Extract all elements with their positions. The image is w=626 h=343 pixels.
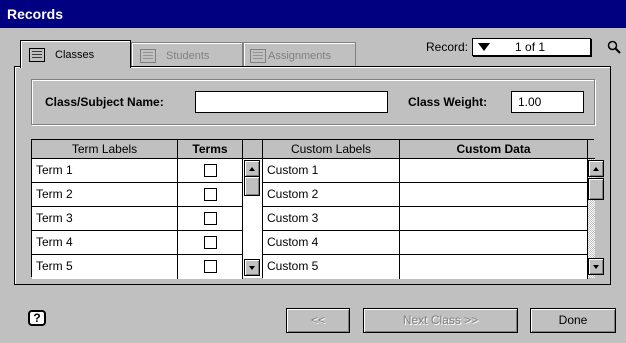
term-checkbox[interactable] [204,236,217,249]
custom-labels-header: Custom Labels [263,140,400,159]
term-checkbox[interactable] [204,188,217,201]
search-icon[interactable] [607,40,621,54]
term-check-cell [178,231,243,255]
terms-scrollbar[interactable] [243,159,263,278]
assignments-icon [250,48,266,63]
done-button[interactable]: Done [530,308,616,333]
term-label-cell[interactable]: Term 3 [32,207,178,231]
term-check-cell [178,183,243,207]
scroll-up-arrow-icon [593,167,599,171]
custom-scroll-thumb[interactable] [588,178,604,200]
terms-header: Terms [178,140,243,159]
window-title: Records [0,0,626,28]
terms-scroll-thumb[interactable] [244,176,260,196]
scroll-down-arrow-icon [593,265,599,269]
tab-classes[interactable]: Classes [20,40,131,68]
record-label: Record: [426,40,469,54]
classes-panel: Class/Subject Name: Class Weight: 1.00 T… [14,66,611,285]
record-value: 1 of 1 [515,40,546,54]
tab-students-label: Students [166,49,210,62]
term-checkbox[interactable] [204,164,217,177]
term-label-cell[interactable]: Term 1 [32,159,178,183]
students-icon [140,48,156,63]
class-weight-field[interactable]: 1.00 [511,91,584,113]
term-label-cell[interactable]: Term 4 [32,231,178,255]
custom-data-cell[interactable] [400,159,588,183]
class-name-field[interactable] [195,91,388,113]
term-check-cell [178,207,243,231]
class-weight-label: Class Weight: [408,95,488,109]
record-dropdown[interactable]: 1 of 1 [472,38,592,56]
custom-data-cell[interactable] [400,207,588,231]
term-check-cell [178,255,243,279]
record-navigator: Record: 1 of 1 [426,38,592,56]
term-checkbox[interactable] [204,260,217,273]
tab-assignments[interactable]: Assignments [243,42,356,68]
tab-assignments-label: Assignments [268,49,331,62]
custom-scroll-header [588,140,595,159]
tab-students[interactable]: Students [131,42,243,68]
term-checkbox[interactable] [204,212,217,225]
terms-scroll-down[interactable] [244,259,260,276]
tab-classes-label: Classes [55,48,95,61]
term-labels-header: Term Labels [32,140,178,159]
custom-label-cell[interactable]: Custom 1 [263,159,400,183]
terms-scroll-header [243,140,263,159]
terms-scroll-up[interactable] [244,160,260,177]
custom-label-cell[interactable]: Custom 4 [263,231,400,255]
term-label-cell[interactable]: Term 2 [32,183,178,207]
help-icon[interactable]: ? [28,310,46,326]
scroll-down-arrow-icon [249,266,255,270]
custom-label-cell[interactable]: Custom 3 [263,207,400,231]
custom-scroll-down[interactable] [588,258,604,275]
custom-label-cell[interactable]: Custom 5 [263,255,400,279]
scroll-up-arrow-icon [249,167,255,171]
custom-label-cell[interactable]: Custom 2 [263,183,400,207]
custom-data-cell[interactable] [400,183,588,207]
term-label-cell[interactable]: Term 5 [32,255,178,279]
custom-scroll-up[interactable] [588,160,604,177]
class-name-label: Class/Subject Name: [45,95,164,109]
dropdown-arrow-icon [478,43,491,51]
custom-data-cell[interactable] [400,255,588,279]
class-list-icon [29,47,45,62]
terms-custom-grid: Term Labels Terms Custom Labels Custom D… [31,139,595,279]
class-info-group: Class/Subject Name: Class Weight: 1.00 [31,79,595,125]
prev-class-button[interactable]: << [286,308,350,333]
custom-data-cell[interactable] [400,231,588,255]
custom-data-header: Custom Data [400,140,588,159]
term-check-cell [178,159,243,183]
next-class-button[interactable]: Next Class >> [363,308,518,333]
